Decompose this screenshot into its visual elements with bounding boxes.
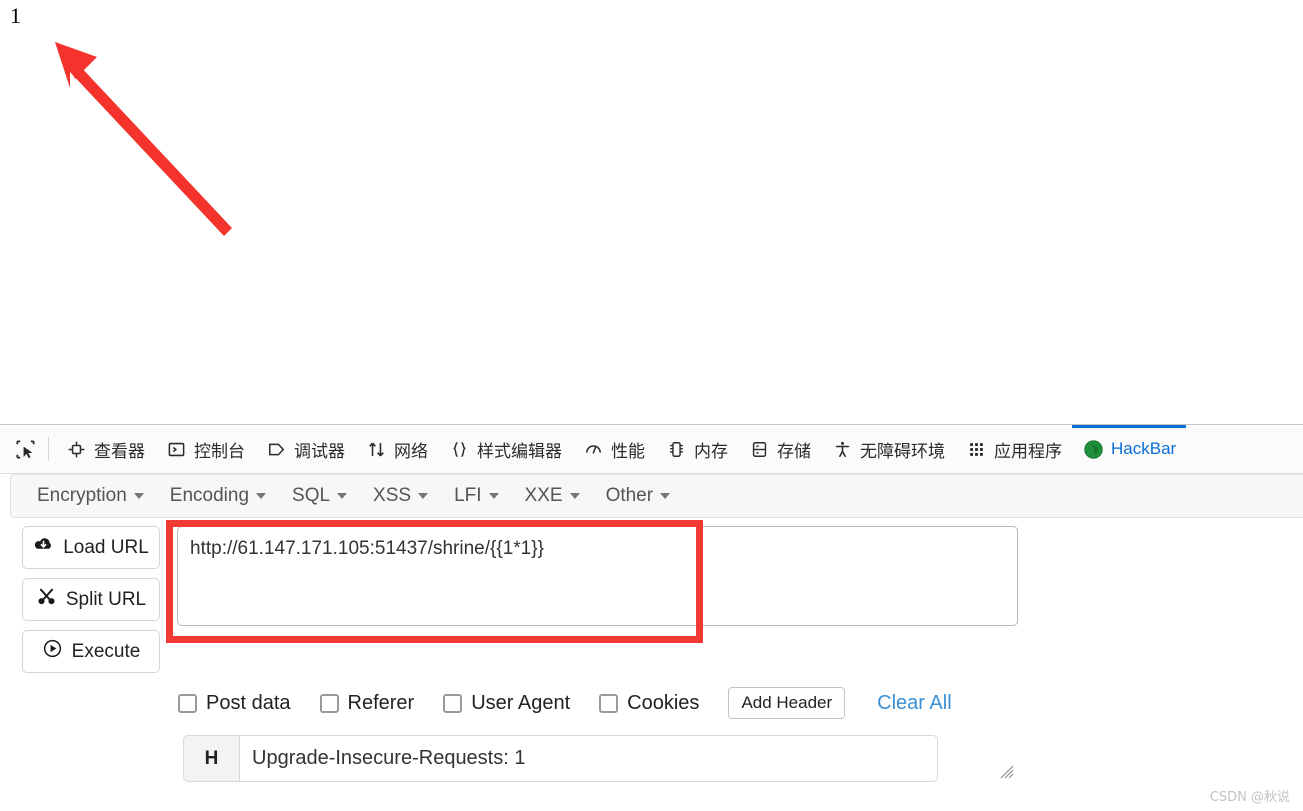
page-rendered-text: 1 bbox=[10, 3, 21, 28]
hackbar-menu-xss[interactable]: XSS bbox=[365, 482, 436, 510]
menu-label: Other bbox=[605, 485, 654, 506]
chevron-down-icon bbox=[133, 493, 144, 499]
devtools-tab-label: 网络 bbox=[394, 441, 428, 461]
checkbox-user-agent[interactable]: User Agent bbox=[443, 692, 570, 715]
chevron-down-icon bbox=[418, 493, 429, 499]
button-label: Load URL bbox=[63, 536, 149, 558]
hackbar-menu-lfi[interactable]: LFI bbox=[446, 482, 506, 510]
menu-label: XSS bbox=[373, 485, 412, 506]
split-url-button[interactable]: Split URL bbox=[22, 578, 160, 621]
chevron-down-icon bbox=[337, 493, 348, 499]
devtools-tab-application[interactable]: 应用程序 bbox=[955, 425, 1072, 473]
hackbar-menubar: Encryption Encoding SQL XSS LFI XXE Othe… bbox=[10, 474, 1303, 518]
devtools-tab-accessibility[interactable]: 无障碍环境 bbox=[821, 425, 955, 473]
textarea-resize-grip[interactable] bbox=[996, 761, 1014, 779]
hackbar-action-buttons: Load URL Split URL Execute bbox=[0, 526, 160, 673]
cloud-download-icon bbox=[33, 534, 54, 561]
style-editor-icon bbox=[448, 438, 470, 460]
screenshot-root: 1 查看器 控制台 调试器 网络 样式编辑器 性能 内存 存储 无障碍环境 应用… bbox=[0, 0, 1303, 811]
clear-all-link[interactable]: Clear All bbox=[877, 692, 951, 715]
header-key-badge: H bbox=[183, 735, 239, 782]
chevron-down-icon bbox=[256, 493, 267, 499]
hackbar-url-row: Load URL Split URL Execute http://61.147… bbox=[0, 526, 1303, 673]
devtools-tab-label: 应用程序 bbox=[994, 441, 1062, 461]
menu-label: Encryption bbox=[37, 485, 127, 506]
devtools-tab-label: 样式编辑器 bbox=[477, 441, 562, 461]
checkbox-box bbox=[178, 693, 197, 713]
devtools-tab-label: HackBar bbox=[1111, 439, 1177, 458]
button-label: Split URL bbox=[65, 588, 147, 610]
devtools-tab-label: 性能 bbox=[611, 441, 645, 461]
menu-label: LFI bbox=[454, 485, 482, 506]
hackbar-menu-encryption[interactable]: Encryption bbox=[29, 482, 152, 510]
devtools-panel: 查看器 控制台 调试器 网络 样式编辑器 性能 内存 存储 无障碍环境 应用程序… bbox=[0, 424, 1303, 811]
checkbox-label: Referer bbox=[347, 691, 415, 714]
url-input[interactable] bbox=[177, 526, 1018, 626]
devtools-tab-label: 无障碍环境 bbox=[860, 441, 945, 461]
load-url-button[interactable]: Load URL bbox=[22, 526, 160, 569]
header-value-input[interactable]: Upgrade-Insecure-Requests: 1 bbox=[239, 735, 938, 782]
console-icon bbox=[165, 438, 187, 460]
devtools-tab-label: 查看器 bbox=[94, 441, 145, 461]
application-icon bbox=[965, 438, 987, 460]
menu-label: XXE bbox=[524, 485, 563, 506]
devtools-tab-label: 调试器 bbox=[294, 441, 345, 461]
devtools-tab-memory[interactable]: 内存 bbox=[655, 425, 738, 473]
devtools-toolbar: 查看器 控制台 调试器 网络 样式编辑器 性能 内存 存储 无障碍环境 应用程序… bbox=[0, 425, 1303, 474]
button-label: Execute bbox=[71, 640, 141, 662]
checkbox-label: User Agent bbox=[471, 691, 571, 714]
devtools-tab-hackbar[interactable]: HackBar bbox=[1072, 425, 1187, 473]
scissors-icon bbox=[36, 586, 57, 613]
play-circle-icon bbox=[42, 638, 63, 665]
checkbox-label: Post data bbox=[206, 691, 291, 714]
hackbar-menu-encoding[interactable]: Encoding bbox=[162, 482, 274, 510]
hackbar-options-row: Post data Referer User Agent Cookies Add… bbox=[178, 687, 1303, 719]
accessibility-icon bbox=[831, 438, 853, 460]
checkbox-label: Cookies bbox=[627, 691, 700, 714]
menu-label: SQL bbox=[292, 485, 331, 506]
devtools-tab-style-editor[interactable]: 样式编辑器 bbox=[438, 425, 572, 473]
watermark: CSDN @秋说 bbox=[1209, 790, 1290, 805]
hackbar-body: Load URL Split URL Execute http://61.147… bbox=[0, 518, 1303, 782]
header-row: H Upgrade-Insecure-Requests: 1 bbox=[183, 735, 938, 782]
hackbar-menu-other[interactable]: Other bbox=[598, 482, 679, 510]
element-picker-icon[interactable] bbox=[8, 432, 42, 466]
checkbox-box bbox=[599, 693, 619, 713]
hackbar-panel: Encryption Encoding SQL XSS LFI XXE Othe… bbox=[0, 474, 1303, 782]
checkbox-box bbox=[443, 693, 463, 713]
storage-icon bbox=[748, 438, 770, 460]
hackbar-icon bbox=[1082, 438, 1104, 460]
execute-button[interactable]: Execute bbox=[22, 630, 160, 673]
chevron-down-icon bbox=[660, 493, 671, 499]
devtools-tab-label: 存储 bbox=[777, 441, 811, 461]
devtools-tab-storage[interactable]: 存储 bbox=[738, 425, 821, 473]
devtools-tab-debugger[interactable]: 调试器 bbox=[255, 425, 355, 473]
hackbar-menu-xxe[interactable]: XXE bbox=[517, 482, 588, 510]
devtools-tab-inspector[interactable]: 查看器 bbox=[55, 425, 155, 473]
red-arrow-annotation bbox=[55, 42, 232, 236]
hackbar-menu-sql[interactable]: SQL bbox=[284, 482, 355, 510]
devtools-tab-label: 控制台 bbox=[194, 441, 245, 461]
checkbox-post-data[interactable]: Post data bbox=[178, 692, 291, 715]
chevron-down-icon bbox=[488, 493, 499, 499]
hackbar-url-field-wrap bbox=[160, 526, 1303, 631]
devtools-tab-label: 内存 bbox=[694, 441, 728, 461]
page-content-area: 1 bbox=[0, 0, 1303, 424]
performance-icon bbox=[582, 438, 604, 460]
inspector-icon bbox=[65, 438, 87, 460]
toolbar-divider bbox=[48, 437, 49, 461]
devtools-tab-performance[interactable]: 性能 bbox=[572, 425, 655, 473]
devtools-tab-console[interactable]: 控制台 bbox=[155, 425, 255, 473]
checkbox-referer[interactable]: Referer bbox=[319, 691, 415, 715]
devtools-tab-network[interactable]: 网络 bbox=[355, 425, 438, 473]
network-icon bbox=[365, 438, 387, 460]
menu-label: Encoding bbox=[169, 485, 250, 506]
chevron-down-icon bbox=[569, 493, 580, 499]
checkbox-box bbox=[319, 693, 339, 713]
checkbox-cookies[interactable]: Cookies bbox=[599, 692, 699, 715]
memory-icon bbox=[665, 438, 687, 460]
add-header-button[interactable]: Add Header bbox=[728, 687, 846, 719]
debugger-icon bbox=[265, 438, 287, 460]
